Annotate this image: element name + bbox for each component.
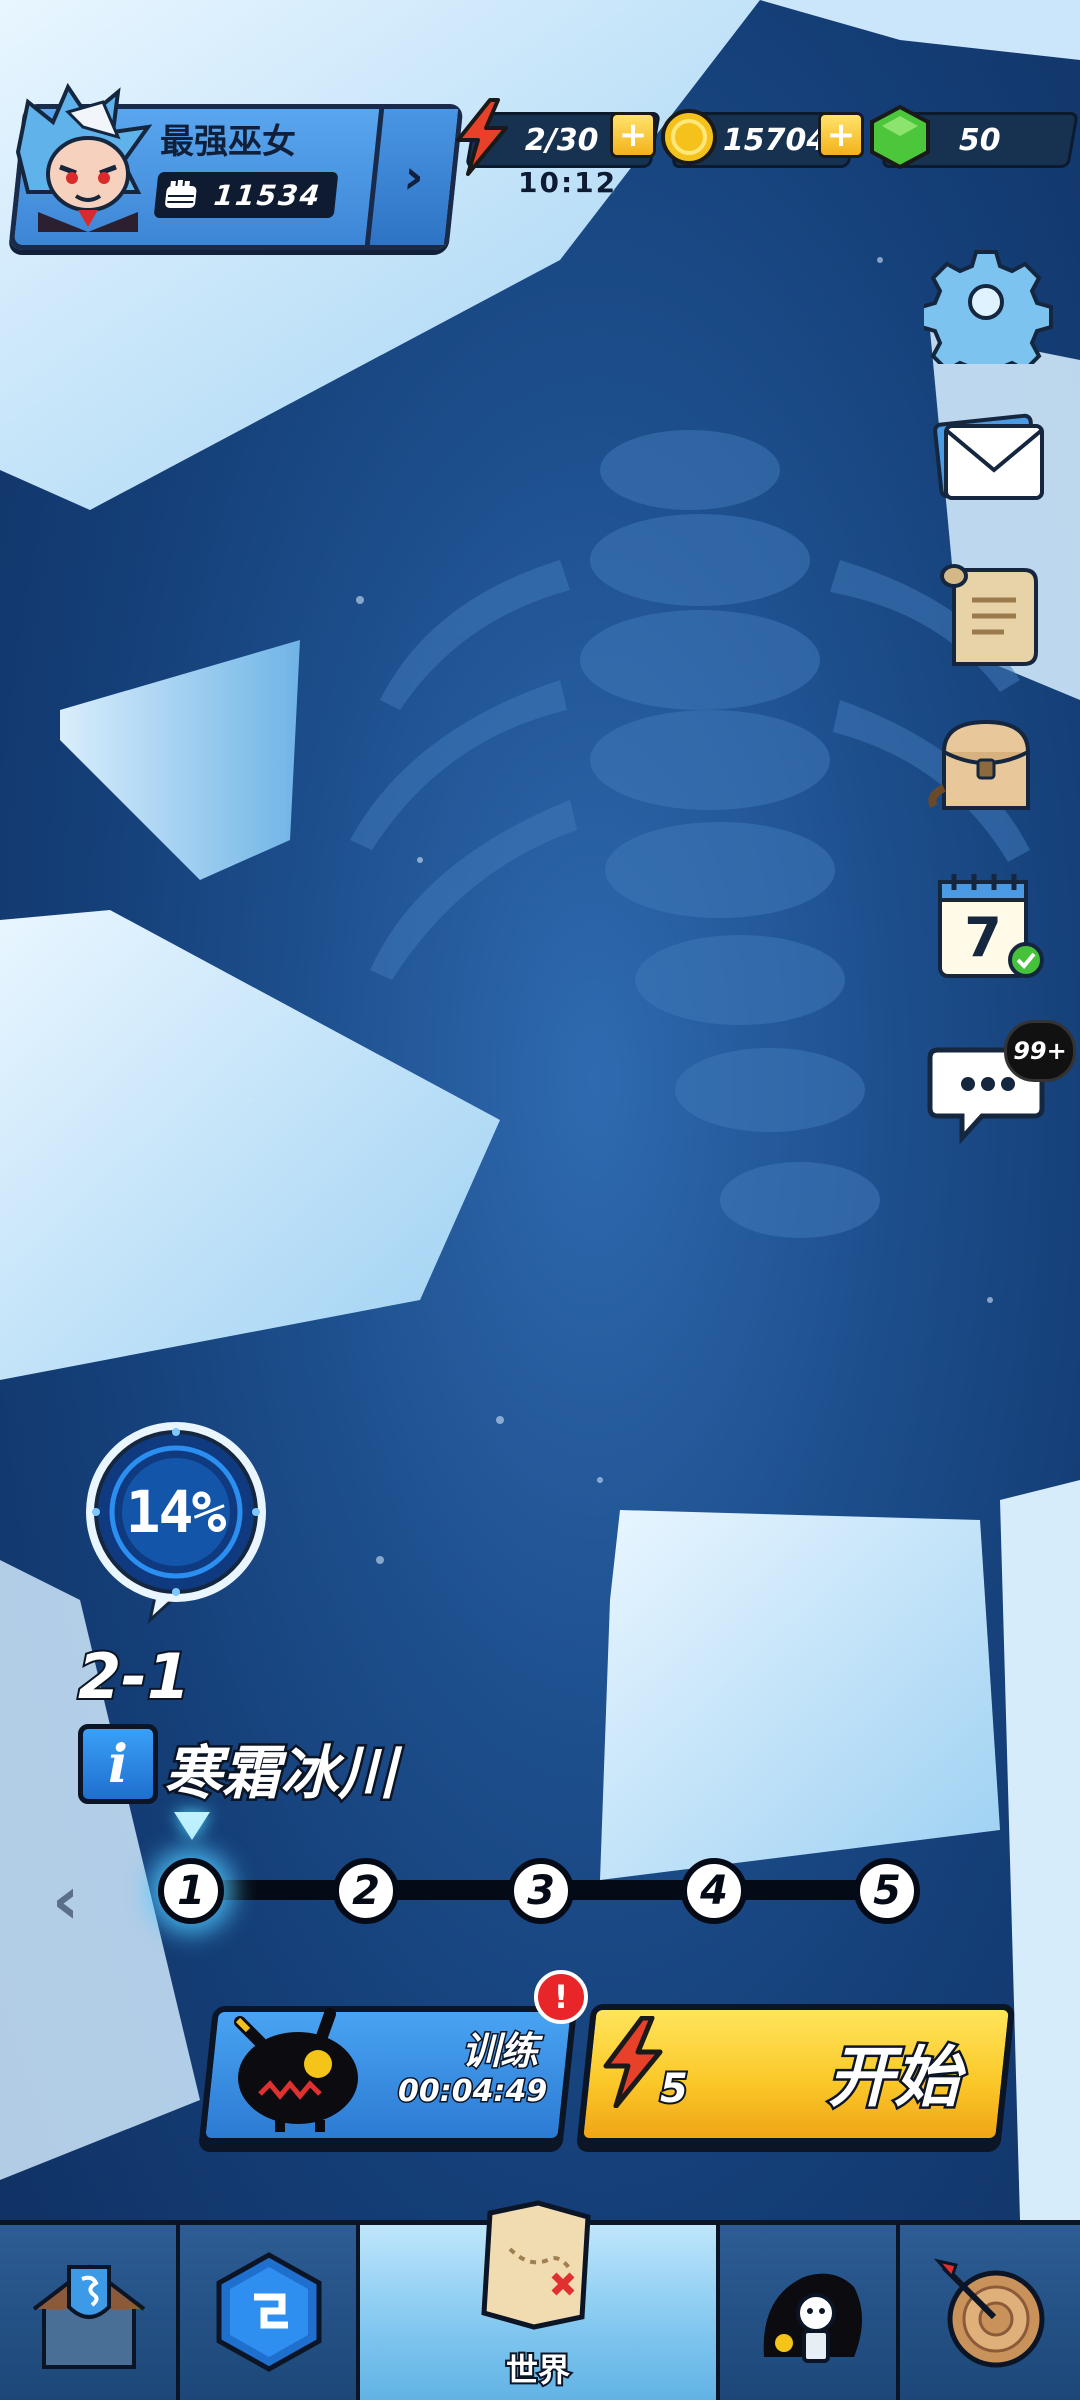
- profile-expand-button[interactable]: ›: [364, 109, 459, 245]
- start-energy-cost: 5: [658, 2064, 690, 2114]
- train-alert-badge: !: [534, 1970, 588, 2024]
- green-gem-icon: [870, 104, 930, 170]
- nav-tab-guild[interactable]: [0, 2225, 180, 2400]
- energy-refill-timer: 10:12: [518, 166, 618, 199]
- nav-tab-rune[interactable]: [180, 2225, 360, 2400]
- backpack-icon[interactable]: [924, 712, 1054, 832]
- heroes-icon: [763, 2273, 862, 2363]
- combat-power-value: 11534: [212, 178, 324, 212]
- nav-tab-world-label: 世界: [504, 2349, 572, 2391]
- scroll-icon[interactable]: [924, 556, 1054, 676]
- shield-house-icon: [32, 2264, 146, 2369]
- energy-cost-bolt-icon: [603, 2016, 663, 2108]
- fist-icon: [165, 180, 197, 208]
- gem-value: 50: [959, 122, 1001, 158]
- bottom-navigation: 世界: [0, 2200, 1080, 2400]
- calendar-checkin-icon[interactable]: 7: [924, 868, 1054, 988]
- energy-bolt-icon: [456, 98, 508, 176]
- combat-power: 11534: [153, 172, 339, 218]
- stage-code: 2-1: [76, 1638, 192, 1715]
- nav-tab-arena[interactable]: [900, 2225, 1080, 2400]
- stage-node-5[interactable]: 5: [854, 1858, 920, 1924]
- nav-tab-world[interactable]: 世界: [360, 2200, 720, 2400]
- stage-node-4[interactable]: 4: [681, 1858, 747, 1924]
- train-timer: 00:04:49: [396, 2073, 548, 2111]
- treasure-map-icon: [481, 2200, 591, 2330]
- chapter-progress-value: 14%: [125, 1478, 227, 1546]
- stage-node-2[interactable]: 2: [333, 1858, 399, 1924]
- stage-name: 寒霜冰川: [161, 1737, 398, 1810]
- chat-unread-badge: 99+: [1004, 1020, 1076, 1082]
- current-stage-pointer-icon: [174, 1812, 210, 1840]
- player-avatar[interactable]: [8, 82, 158, 232]
- add-gold-button[interactable]: +: [818, 112, 864, 158]
- stage-node-3[interactable]: 3: [508, 1858, 574, 1924]
- start-label: 开始: [826, 2037, 963, 2119]
- add-energy-button[interactable]: +: [610, 112, 656, 158]
- checkin-day-number: 7: [964, 906, 1002, 969]
- train-label: 训练: [460, 2028, 539, 2075]
- prev-chapter-button[interactable]: ‹: [52, 1862, 79, 1939]
- mail-icon[interactable]: [924, 400, 1054, 520]
- shadow-monster-icon: [234, 2008, 358, 2132]
- rune-gem-icon: [216, 2252, 322, 2372]
- gold-value: 15704: [723, 122, 828, 158]
- energy-value: 2/30: [525, 122, 599, 158]
- player-nickname: 最强巫女: [160, 122, 296, 162]
- gear-icon[interactable]: [924, 244, 1054, 364]
- gold-coin-icon: [661, 109, 717, 165]
- nav-tab-heroes[interactable]: [720, 2225, 900, 2400]
- stage-node-1[interactable]: 1: [158, 1858, 224, 1924]
- target-icon: [933, 2258, 1045, 2368]
- stage-info-button[interactable]: i: [78, 1724, 158, 1804]
- game-screen: › 最强巫女 11534 2/30 + 10:12 15704 + 50 7 9…: [0, 0, 1080, 2400]
